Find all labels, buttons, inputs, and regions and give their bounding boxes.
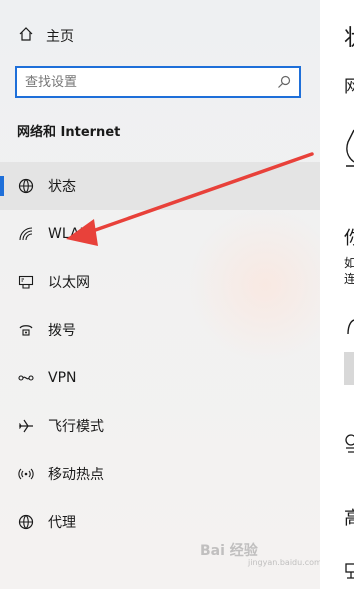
sidebar-item-label: VPN [48,370,77,386]
sidebar-item-proxy[interactable]: 代理 [0,498,320,546]
sidebar-item-dialup[interactable]: 拨号 [0,306,320,354]
sidebar-item-status[interactable]: 状态 [0,162,320,210]
link-icon [346,318,354,340]
settings-sidebar: 主页 网络和 Internet 状态 WLAN 以太网 [0,0,320,589]
search-input[interactable] [25,74,273,90]
adapter-icon [344,432,354,460]
nav-list: 状态 WLAN 以太网 拨号 VPN 飞行模式 移动热点 代理 [0,162,320,546]
status-text-line1: 如 [344,256,354,270]
watermark: Bai 经验 jingyan.baidu.com [200,540,320,567]
watermark-text: Bai 经验 [200,543,258,559]
content-pane: 状 网 你 如 连 高 [320,0,354,589]
sidebar-item-hotspot[interactable]: 移动热点 [0,450,320,498]
search-icon[interactable] [273,75,295,89]
globe-icon [16,178,36,194]
status-text-line2: 连 [344,272,354,286]
network-status-icon [344,128,354,172]
dialup-icon [16,322,36,338]
sidebar-item-label: 飞行模式 [48,419,104,435]
page-title: 状 [344,20,354,52]
sidebar-item-label: 移动热点 [48,467,104,483]
sharing-icon [344,562,354,586]
search-box[interactable] [15,66,301,98]
advanced-heading: 高 [344,508,354,529]
home-label: 主页 [46,29,74,45]
ethernet-icon [16,274,36,290]
sidebar-item-label: 状态 [48,179,76,195]
sidebar-item-label: 代理 [48,515,76,531]
sidebar-item-label: 拨号 [48,323,76,339]
home-icon [18,26,34,46]
action-button[interactable] [344,352,354,385]
sidebar-item-airplane[interactable]: 飞行模式 [0,402,320,450]
nav-home[interactable]: 主页 [18,26,74,46]
sidebar-item-label: 以太网 [48,275,90,291]
section-title: 网络和 Internet [17,125,121,140]
subtitle: 网 [344,77,354,97]
wifi-icon [16,226,36,242]
vpn-icon [16,370,36,386]
sidebar-item-wlan[interactable]: WLAN [0,210,320,258]
watermark-url: jingyan.baidu.com [248,558,320,567]
sidebar-item-vpn[interactable]: VPN [0,354,320,402]
sidebar-item-label: WLAN [48,226,91,242]
hotspot-icon [16,466,36,482]
globe-icon [16,514,36,530]
sidebar-item-ethernet[interactable]: 以太网 [0,258,320,306]
airplane-icon [16,418,36,434]
status-heading: 你 [344,228,354,249]
